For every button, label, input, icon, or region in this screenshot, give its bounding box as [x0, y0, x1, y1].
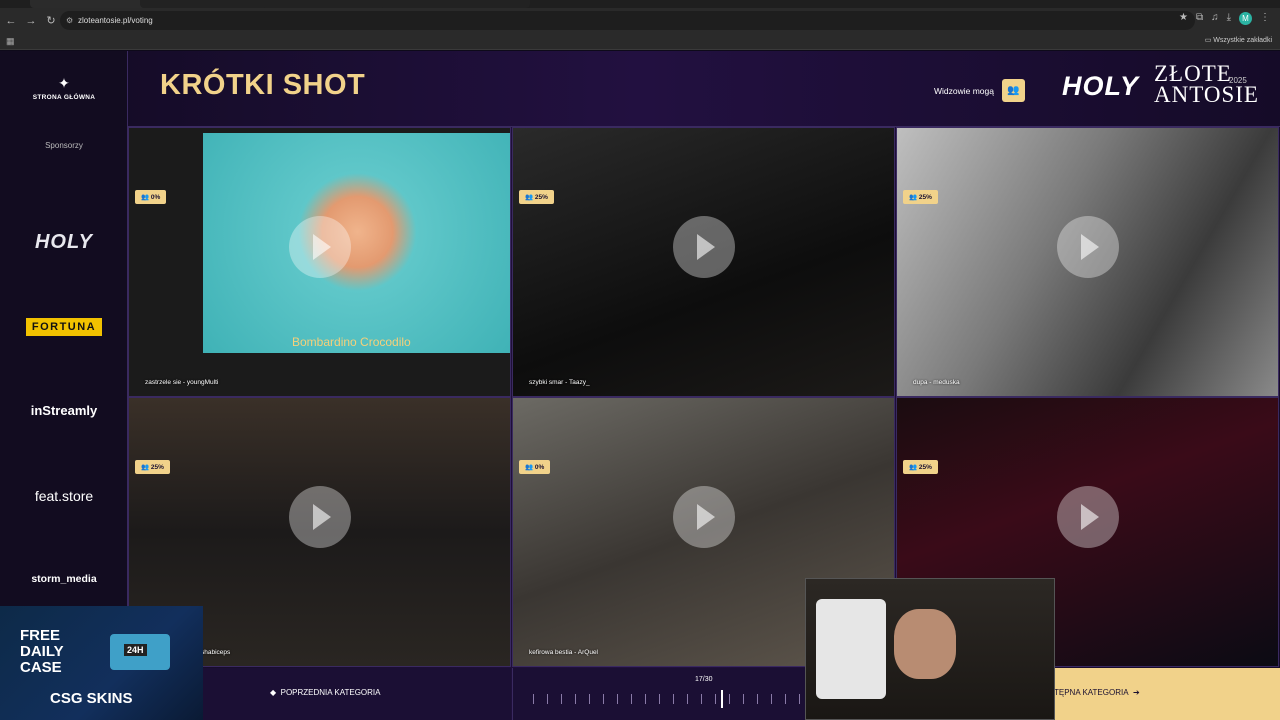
sponsor-storm-logo[interactable]: storm_media — [0, 573, 128, 585]
site-info-icon[interactable]: ⚙ — [66, 11, 73, 30]
clip-tile[interactable]: Bombardino Crocodilo 👥 0% zastrzele sie … — [128, 127, 511, 397]
sponsor-instreamly-logo[interactable]: inStreamly — [0, 403, 128, 418]
logo-antosie: ANTOSIE — [1154, 82, 1259, 107]
vote-percent: 25% — [150, 464, 164, 471]
vote-percent-badge: 👥 0% — [135, 190, 167, 204]
star-icon: ✦ — [58, 75, 70, 91]
case-box-icon: 24H — [110, 634, 170, 670]
clip-caption: shabiceps — [201, 649, 231, 656]
play-icon[interactable] — [673, 216, 735, 278]
clip-caption: zastrzele sie - youngMulti — [145, 379, 219, 386]
sponsors-label: Sponsorzy — [45, 141, 83, 150]
ad-headline: FREE DAILY CASE — [20, 628, 64, 676]
home-label: STRONA GŁÓWNA — [32, 94, 96, 101]
prev-text: POPRZEDNIA KATEGORIA — [280, 688, 381, 697]
play-icon[interactable] — [1057, 486, 1119, 548]
vote-percent: 25% — [918, 194, 932, 201]
page-header: KRÓTKI SHOT Widzowie mogą 👥 HOLY ZŁOTE A… — [128, 51, 1280, 127]
ad-timer: 24H — [124, 644, 147, 656]
url-text: zloteantosie.pl/voting — [78, 16, 153, 25]
vote-percent: 0% — [150, 194, 161, 201]
reload-icon[interactable]: ↻ — [42, 14, 60, 27]
ad-line-3: CASE — [20, 659, 62, 676]
address-bar-row: ← → ↻ ⚙ zloteantosie.pl/voting ★ ⧉ ♫ ⤓ M… — [0, 8, 1280, 33]
progress-counter: 17/30 — [695, 676, 713, 683]
all-bookmarks-link[interactable]: ▭ Wszystkie zakładki — [1205, 36, 1272, 44]
jersey-image — [816, 599, 886, 699]
viewers-icon-button[interactable]: 👥 — [1002, 79, 1025, 102]
bookmark-star-icon[interactable]: ★ — [1179, 12, 1188, 25]
vote-percent: 25% — [918, 464, 932, 471]
holy-logo: HOLY — [1062, 71, 1139, 101]
extensions-icon[interactable]: ⧉ — [1196, 12, 1203, 25]
download-icon[interactable]: ⤓ — [1227, 12, 1231, 25]
all-bookmarks-label: Wszystkie zakładki — [1213, 37, 1272, 44]
tab-strip — [0, 0, 1280, 8]
media-icon[interactable]: ♫ — [1211, 12, 1219, 25]
vote-percent-badge: 👥 0% — [519, 460, 551, 474]
webcam-overlay — [805, 578, 1055, 720]
clip-subtitle: Bombardino Crocodilo — [292, 335, 411, 349]
home-link[interactable]: ✦ STRONA GŁÓWNA — [0, 75, 128, 101]
clip-caption: szybki smar - Taazy_ — [529, 379, 590, 386]
back-icon[interactable]: ← — [2, 15, 20, 27]
vote-percent-badge: 👥 25% — [903, 460, 938, 474]
sponsor-feat-logo[interactable]: feat.store — [0, 488, 128, 504]
viewers-can-vote: Widzowie mogą 👥 — [934, 79, 1025, 102]
clip-tile[interactable]: 👥 25% dupa - meduska — [896, 127, 1279, 397]
bookmarks-bar: ▦ ▭ Wszystkie zakładki — [0, 33, 1280, 50]
clip-thumbnail — [203, 133, 510, 353]
ad-brand: CSG SKINS — [50, 690, 133, 707]
vote-percent-badge: 👥 25% — [135, 460, 170, 474]
play-icon[interactable] — [1057, 216, 1119, 278]
streamer-image — [894, 609, 956, 679]
next-category-label: TĘPNA KATEGORIA ➔ — [1054, 688, 1140, 697]
forward-icon[interactable]: → — [22, 15, 40, 27]
apps-icon[interactable]: ▦ — [6, 36, 15, 47]
sponsor-fortuna-logo[interactable]: FORTUNA — [0, 317, 128, 336]
vote-percent-badge: 👥 25% — [903, 190, 938, 204]
browser-tab[interactable] — [380, 0, 530, 8]
next-text: TĘPNA KATEGORIA — [1054, 688, 1129, 697]
previous-category-label: ◆ POPRZEDNIA KATEGORIA — [270, 688, 381, 697]
clip-caption: dupa - meduska — [913, 379, 960, 386]
vote-percent: 0% — [534, 464, 545, 471]
clip-caption: kefirowa bestia - ArQuel — [529, 649, 599, 656]
play-icon[interactable] — [673, 486, 735, 548]
url-field[interactable]: ⚙ zloteantosie.pl/voting — [60, 11, 1195, 30]
ad-line-2: DAILY — [20, 643, 64, 660]
sponsor-holy-logo[interactable]: HOLY — [0, 231, 128, 254]
progress-current-marker — [721, 690, 723, 708]
clip-tile[interactable]: 👥 25% szybki smar - Taazy_ — [512, 127, 895, 397]
vote-percent: 25% — [534, 194, 548, 201]
menu-icon[interactable]: ⋮ — [1260, 12, 1270, 25]
vote-percent-badge: 👥 25% — [519, 190, 554, 204]
profile-avatar[interactable]: M — [1239, 12, 1252, 25]
play-icon[interactable] — [289, 486, 351, 548]
play-icon[interactable] — [289, 216, 351, 278]
viewers-label: Widzowie mogą — [934, 85, 994, 96]
category-title: KRÓTKI SHOT — [160, 69, 366, 101]
sponsor-ad-overlay: FREE DAILY CASE 24H CSG SKINS — [0, 606, 203, 720]
fortuna-label: FORTUNA — [25, 318, 103, 336]
logo-year: 2025 — [1229, 76, 1247, 85]
ad-line-1: FREE — [20, 627, 61, 644]
